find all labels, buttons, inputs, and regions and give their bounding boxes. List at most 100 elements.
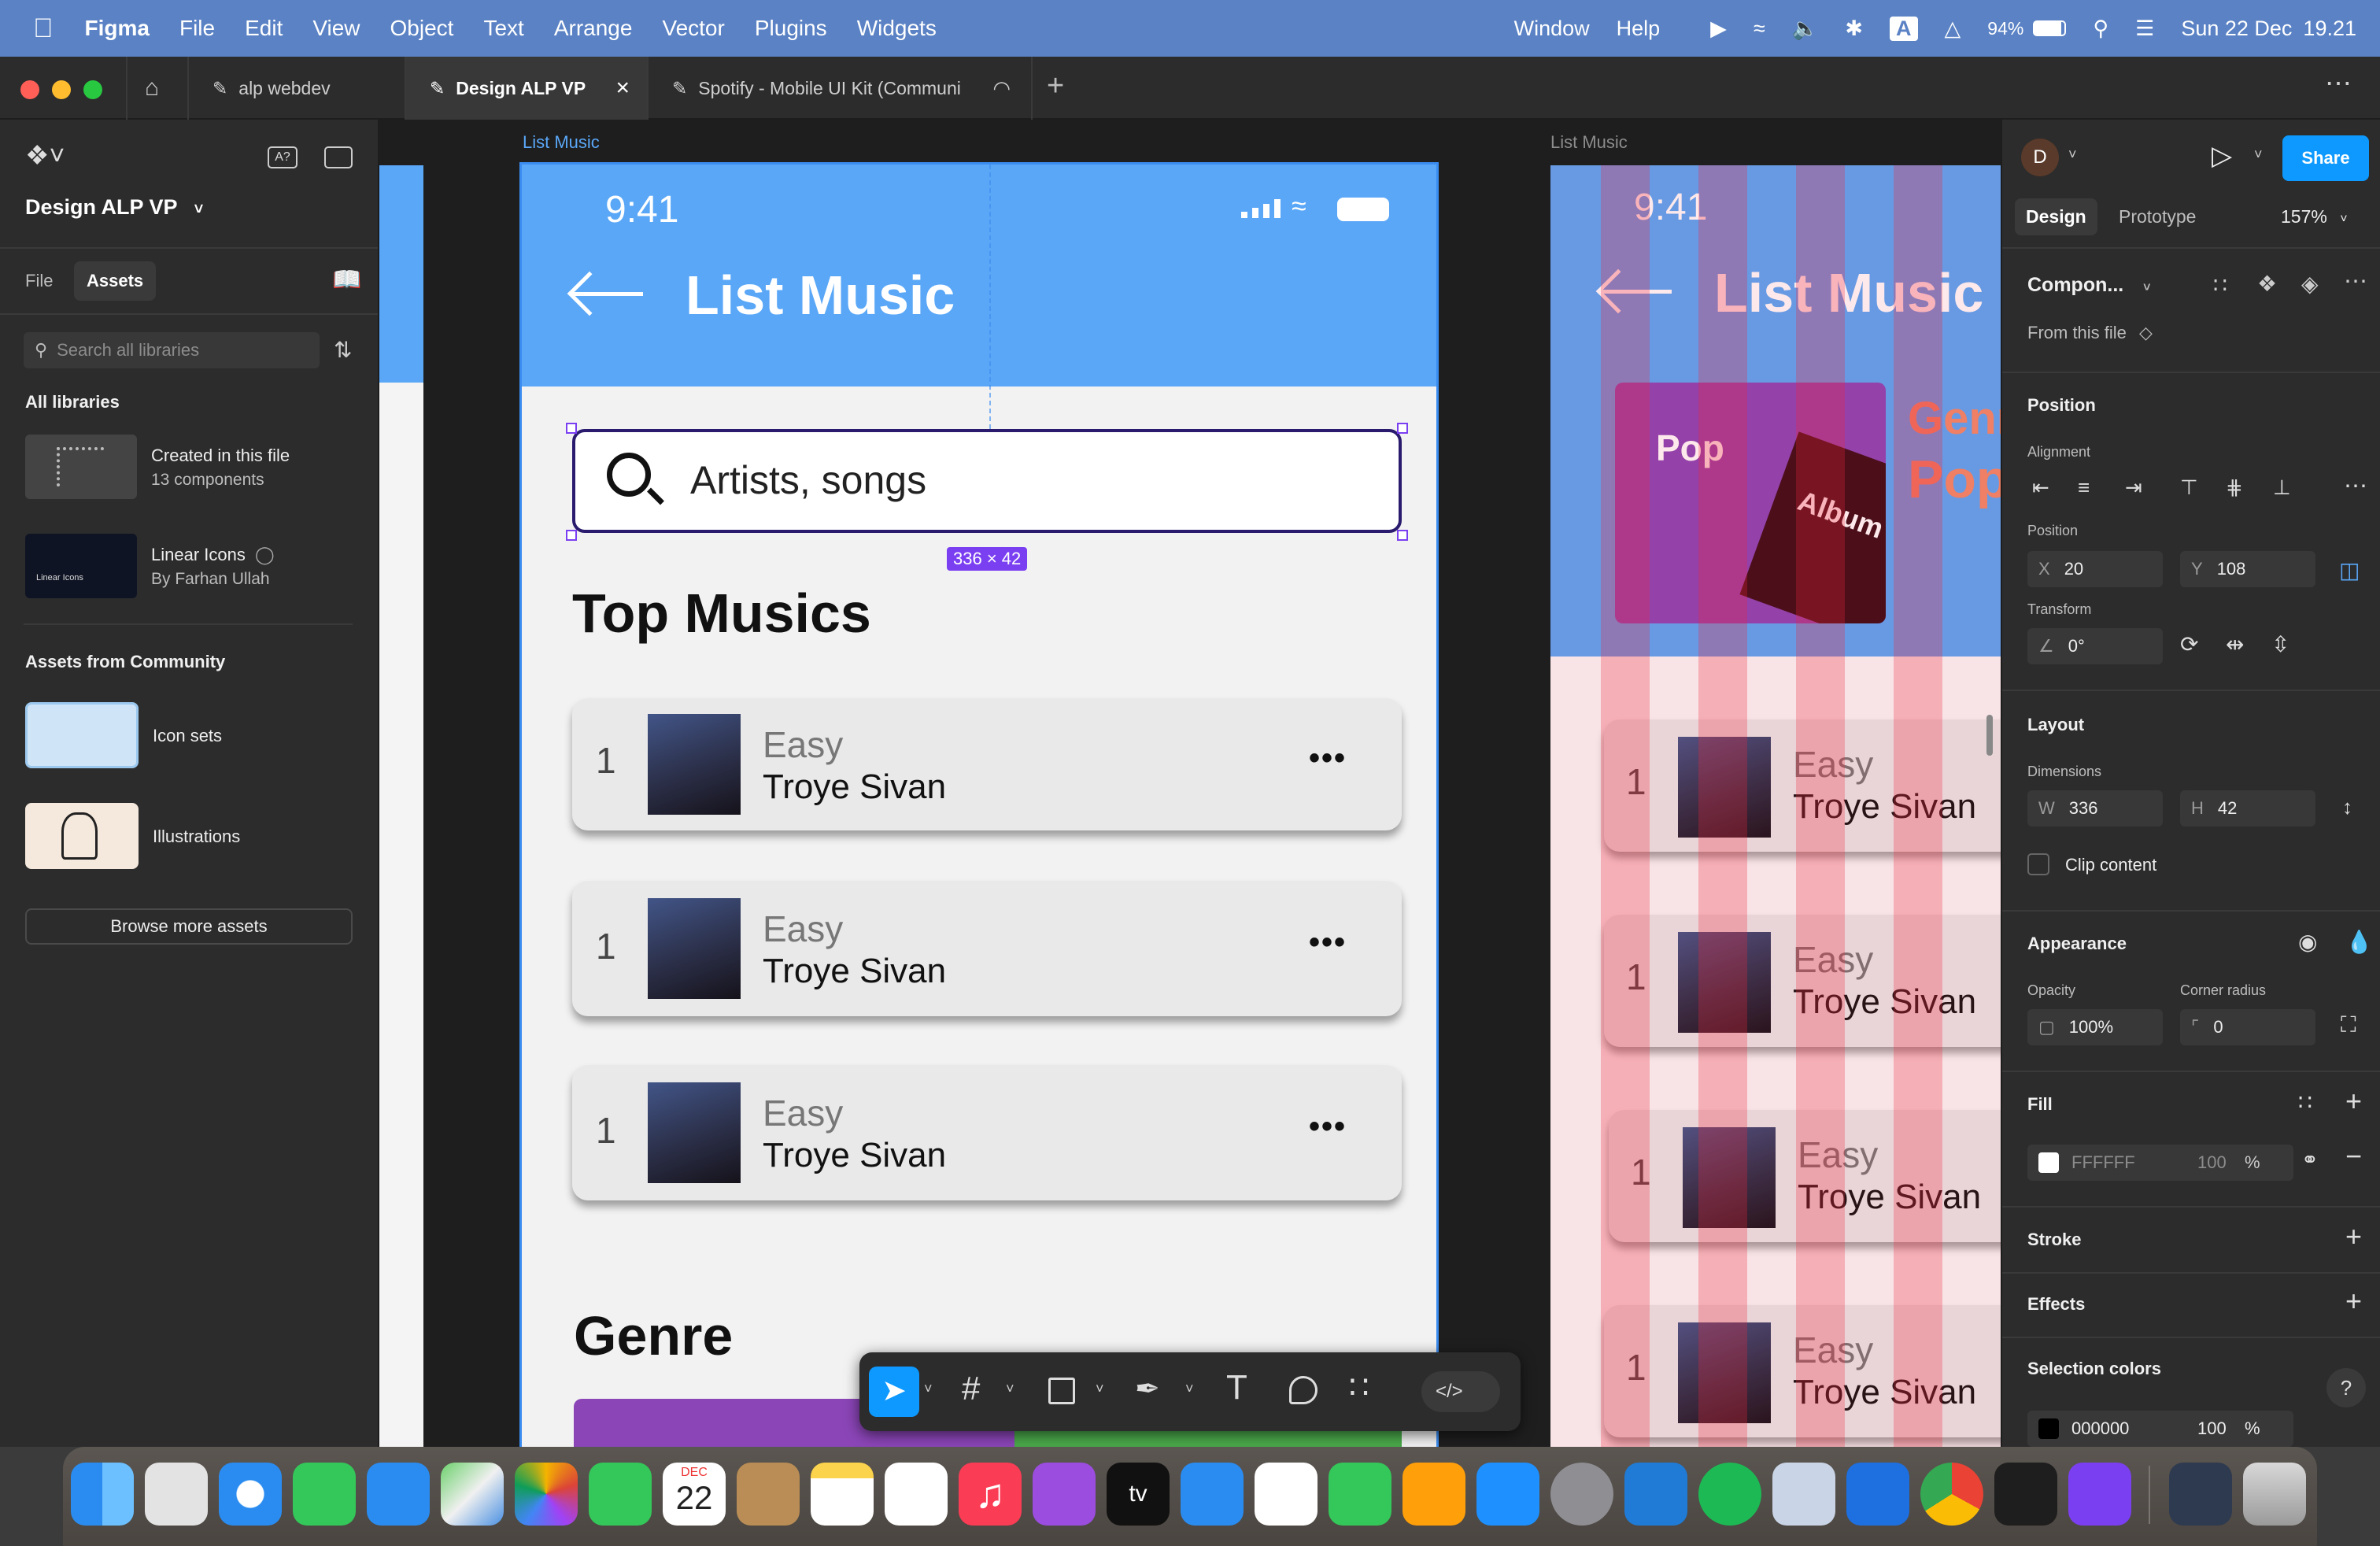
tab-file[interactable]: File — [25, 271, 53, 291]
menu-edit[interactable]: Edit — [245, 16, 283, 41]
menu-file[interactable]: File — [179, 16, 215, 41]
chevron-down-icon[interactable]: ˅ — [2068, 146, 2077, 163]
chevron-down-icon[interactable]: ˅ — [924, 1381, 933, 1397]
song-card[interactable]: 1 Easy Troye Sivan ••• — [572, 698, 1402, 830]
new-tab-button[interactable]: + — [1047, 69, 1064, 103]
fill-swatch[interactable] — [2038, 1152, 2059, 1173]
home-tab[interactable]: ⌂ — [126, 57, 189, 120]
avatar[interactable]: D — [2021, 139, 2059, 176]
podcasts-icon[interactable] — [1033, 1463, 1096, 1526]
align-right-icon[interactable]: ⇥ — [2125, 475, 2142, 500]
width-input[interactable]: W 336 — [2027, 790, 2163, 827]
pen-tool-icon[interactable]: ✒ — [1135, 1371, 1160, 1407]
photos-icon[interactable] — [515, 1463, 578, 1526]
launchpad-icon[interactable] — [145, 1463, 208, 1526]
more-icon[interactable]: ⋯ — [2344, 268, 2367, 295]
vscode-icon[interactable] — [1624, 1463, 1687, 1526]
menu-arrange[interactable]: Arrange — [554, 16, 633, 41]
selection-swatch[interactable] — [2038, 1418, 2059, 1439]
music-icon[interactable]: ♫ — [959, 1463, 1022, 1526]
corner-radius-input[interactable]: ⌜ 0 — [2180, 1009, 2315, 1045]
comment-tool-icon[interactable] — [1289, 1376, 1318, 1404]
system-settings-icon[interactable] — [1550, 1463, 1613, 1526]
present-play-icon[interactable]: ▷ — [2212, 140, 2232, 172]
apple-tv-icon[interactable]: tv — [1107, 1463, 1170, 1526]
clip-content-checkbox[interactable] — [2027, 853, 2049, 875]
community-illustrations[interactable]: Illustrations — [25, 803, 356, 874]
independent-corners-icon[interactable]: ⛶ — [2341, 1012, 2356, 1038]
component-grid-icon[interactable]: ∷ — [2213, 272, 2227, 298]
styles-grid-icon[interactable]: ∷ — [2298, 1089, 2312, 1115]
safari-icon[interactable] — [219, 1463, 282, 1526]
minimize-window-button[interactable] — [52, 80, 71, 99]
bluetooth-icon[interactable]: ✱ — [1845, 17, 1863, 41]
frame-label[interactable]: List Music — [1550, 132, 1628, 153]
rotate-icon[interactable]: ⟳ — [2180, 631, 2198, 657]
remove-fill-icon[interactable]: − — [2345, 1140, 2362, 1173]
battery-icon[interactable] — [2033, 20, 2067, 36]
canvas-scrollbar[interactable] — [1986, 715, 1993, 756]
resources-tool-icon[interactable]: ∷ — [1349, 1370, 1369, 1406]
add-effect-icon[interactable]: + — [2345, 1285, 2362, 1318]
github-desktop-icon[interactable] — [2068, 1463, 2131, 1526]
file-title[interactable]: Design ALP VP ˅ — [25, 195, 203, 220]
notes-icon[interactable] — [811, 1463, 874, 1526]
play-status-icon[interactable]: ▶ — [1710, 17, 1727, 41]
x-input[interactable]: X 20 — [2027, 551, 2163, 587]
fill-color-input[interactable]: FFFFFF 100 % — [2027, 1145, 2293, 1181]
wifi-icon[interactable]: △ — [1945, 17, 1961, 41]
constraints-icon[interactable]: ◫ — [2339, 557, 2360, 583]
frame-label[interactable]: List Music — [523, 132, 600, 153]
menu-widgets[interactable]: Widgets — [857, 16, 937, 41]
tab-assets[interactable]: Assets — [74, 261, 157, 301]
finder-icon[interactable] — [71, 1463, 134, 1526]
from-this-file[interactable]: From this file ◇ — [2027, 323, 2153, 343]
menu-object[interactable]: Object — [390, 16, 454, 41]
align-left-icon[interactable]: ⇤ — [2032, 475, 2049, 500]
zoom-level[interactable]: 157% ˅ — [2281, 206, 2348, 227]
library-item-local[interactable]: Created in this file 13 components — [25, 435, 356, 502]
app-store-icon[interactable] — [1476, 1463, 1539, 1526]
more-icon[interactable]: ••• — [1309, 1109, 1347, 1145]
align-top-icon[interactable]: ⊤ — [2180, 475, 2198, 500]
help-button[interactable]: ? — [2326, 1368, 2366, 1407]
menu-help[interactable]: Help — [1617, 17, 1661, 41]
song-card[interactable]: 1 Easy Troye Sivan ••• — [572, 1065, 1402, 1200]
selection-color-input[interactable]: 000000 100 % — [2027, 1411, 2293, 1447]
tab-design-alp-vp[interactable]: ✎ Design ALP VP × — [406, 57, 649, 120]
menu-date[interactable]: Sun 22 Dec — [2181, 17, 2292, 41]
menu-time[interactable]: 19.21 — [2303, 17, 2356, 41]
tab-design[interactable]: Design — [2015, 198, 2097, 235]
rotation-input[interactable]: ∠ 0° — [2027, 628, 2163, 664]
align-center-h-icon[interactable]: ≡ — [2078, 475, 2090, 500]
text-ai-icon[interactable]: A? — [268, 146, 298, 168]
flip-vertical-icon[interactable]: ⇳ — [2271, 631, 2289, 657]
more-icon[interactable]: ••• — [1309, 741, 1347, 776]
messages-icon[interactable] — [293, 1463, 356, 1526]
search-bar[interactable]: Artists, songs — [572, 429, 1402, 533]
filter-icon[interactable]: ⇅ — [334, 337, 352, 363]
tab-spotify-ui-kit[interactable]: ✎ Spotify - Mobile UI Kit (Communi ◠ — [649, 57, 1033, 120]
volume-icon[interactable]: 🔈 — [1792, 16, 1819, 41]
y-input[interactable]: Y 108 — [2180, 551, 2315, 587]
menu-app-name[interactable]: Figma — [85, 16, 150, 41]
list-music-frame[interactable]: 9:41 ≈ List Music Artists, songs 336 × 4… — [519, 162, 1439, 1447]
contacts-icon[interactable] — [737, 1463, 800, 1526]
spotlight-search-icon[interactable]: ⚲ — [2093, 17, 2108, 41]
list-music-frame-grid[interactable]: 9:41 List Music Pop Album Genr Pop 1 Eas… — [1550, 165, 2001, 1447]
menu-window[interactable]: Window — [1514, 17, 1590, 41]
more-icon[interactable]: ••• — [1309, 925, 1347, 960]
spotify-icon[interactable] — [1698, 1463, 1761, 1526]
selection-handle[interactable] — [566, 530, 577, 541]
figma-menu-icon[interactable]: ❖˅ — [25, 140, 65, 172]
xcode-icon[interactable] — [1846, 1463, 1909, 1526]
control-center-icon[interactable]: ☰ — [2135, 17, 2154, 41]
browse-more-assets-button[interactable]: Browse more assets — [25, 908, 353, 945]
community-icon-sets[interactable]: Icon sets — [25, 702, 356, 773]
menu-view[interactable]: View — [312, 16, 360, 41]
tab-alp-webdev[interactable]: ✎ alp webdev — [189, 57, 406, 120]
eye-icon[interactable]: ◉ — [2298, 929, 2317, 955]
chevron-down-icon[interactable]: ˅ — [1185, 1381, 1194, 1397]
component-name[interactable]: Compon... ˅ — [2027, 274, 2151, 297]
maximize-window-button[interactable] — [83, 80, 102, 99]
